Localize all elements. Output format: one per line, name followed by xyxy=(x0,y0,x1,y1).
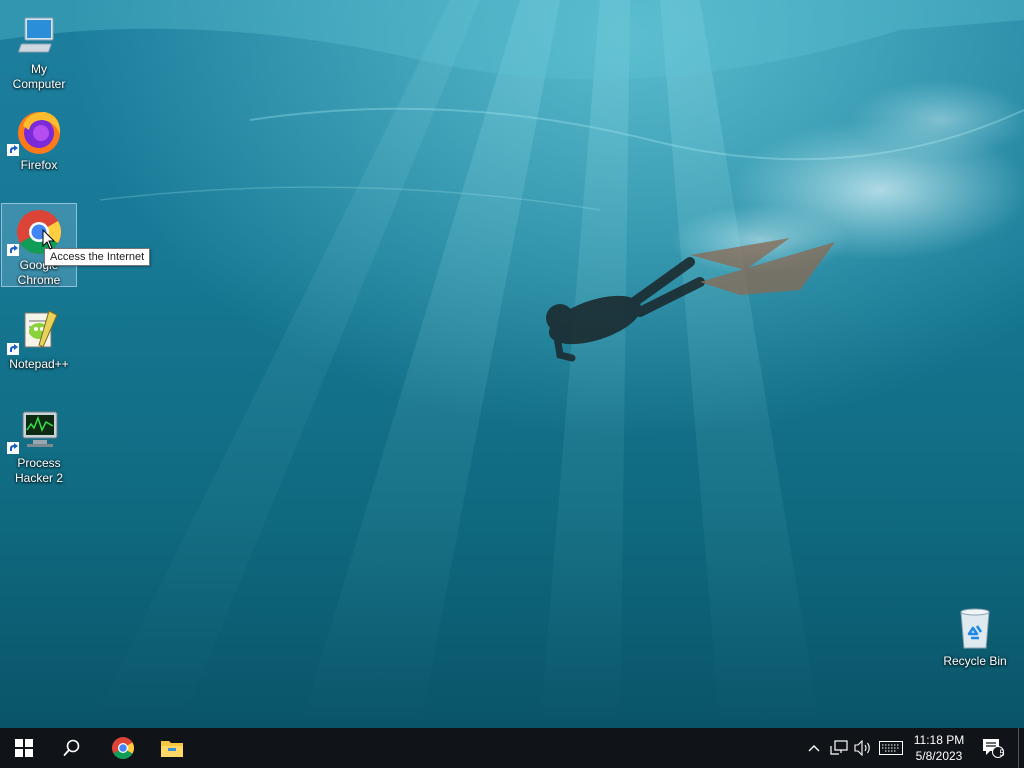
keyboard-icon xyxy=(879,741,903,755)
mouse-cursor-icon xyxy=(42,229,56,250)
recycle-bin-icon xyxy=(951,604,999,652)
clock-button[interactable]: 11:18 PM 5/8/2023 xyxy=(908,728,970,768)
shortcut-arrow-icon xyxy=(7,244,19,256)
start-button[interactable] xyxy=(0,728,48,768)
shortcut-arrow-icon xyxy=(7,343,19,355)
action-center-button[interactable]: 5 xyxy=(976,728,1010,768)
volume-button[interactable] xyxy=(852,728,874,768)
desktop-icon-google-chrome[interactable]: Google Chrome xyxy=(1,203,77,287)
desktop-icon-my-computer[interactable]: My Computer xyxy=(1,8,77,92)
desktop-icon-label: My Computer xyxy=(12,62,66,91)
computer-icon xyxy=(15,12,63,60)
show-hidden-icons-button[interactable] xyxy=(804,728,824,768)
taskbar: 11:18 PM 5/8/2023 5 xyxy=(0,728,1024,768)
show-desktop-button[interactable] xyxy=(1018,728,1024,768)
network-button[interactable] xyxy=(828,728,850,768)
touch-keyboard-button[interactable] xyxy=(876,728,906,768)
folder-icon xyxy=(161,741,183,757)
notepad-plus-plus-icon xyxy=(7,307,63,355)
shortcut-arrow-icon xyxy=(7,144,19,156)
network-icon xyxy=(830,740,848,755)
firefox-icon xyxy=(7,108,63,156)
recycle-bin-label: Recycle Bin xyxy=(943,654,1007,668)
desktop-icon-process-hacker-2[interactable]: Process Hacker 2 xyxy=(1,402,77,486)
desktop-icon-label: Notepad++ xyxy=(9,357,69,371)
taskbar-chrome-button[interactable] xyxy=(99,728,147,768)
notification-count-badge: 5 xyxy=(999,748,1005,758)
clock-date: 5/8/2023 xyxy=(915,749,963,763)
chevron-up-icon xyxy=(808,745,820,752)
windows-start-icon xyxy=(15,739,33,757)
search-button[interactable] xyxy=(48,728,96,768)
desktop-wallpaper xyxy=(0,0,1024,728)
desktop-icon-label: Firefox xyxy=(20,158,58,172)
desktop-icon-recycle-bin[interactable]: Recycle Bin xyxy=(937,600,1013,669)
clock-time: 11:18 PM xyxy=(913,733,965,747)
shortcut-arrow-icon xyxy=(7,442,19,454)
volume-icon xyxy=(854,740,870,756)
process-hacker-icon xyxy=(7,406,63,454)
desktop-icon-notepad-plus-plus[interactable]: Notepad++ xyxy=(1,303,77,372)
desktop-icon-label: Process Hacker 2 xyxy=(14,456,64,485)
search-icon xyxy=(63,739,80,756)
tooltip: Access the Internet xyxy=(44,248,151,266)
desktop-icon-firefox[interactable]: Firefox xyxy=(1,104,77,173)
taskbar-file-explorer-button[interactable] xyxy=(148,728,196,768)
chrome-icon xyxy=(112,737,134,759)
